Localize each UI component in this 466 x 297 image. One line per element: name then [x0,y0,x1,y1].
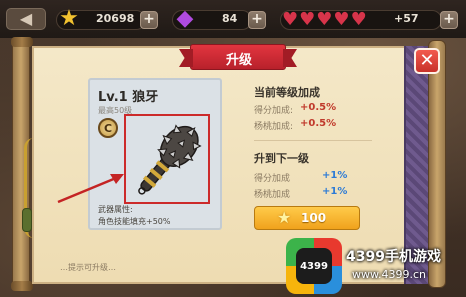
bottom-hint: …提示可升级… [60,263,116,272]
heart-icon: ♥ [299,9,316,30]
next-fruit-label: 杨桃加成 [254,190,291,200]
tassel-knot [22,208,32,232]
current-score-value: +0.5% [300,102,337,113]
watermark-logo: 4399 [286,238,342,294]
gold-star-icon: ★ [59,6,79,31]
current-bonus-title: 当前等级加成 [254,86,320,99]
next-score-value: +1% [322,170,348,181]
back-button[interactable]: ◀ [6,8,46,30]
current-fruit-value: +0.5% [300,118,337,129]
close-button[interactable]: ✕ [414,48,440,74]
watermark-url: www.4399.cn [352,268,426,281]
gold-value: 20698 [96,12,135,25]
top-resource-bar: ◀ ★ 20698 + ◆ 84 + ♥ ♥ ♥ ♥ ♥ +57 + [0,0,466,38]
current-fruit-label: 杨桃加成: [254,122,294,132]
dialog-title: 升级 [225,53,252,68]
pointer-arrow-icon [57,174,124,204]
watermark-logo-text: 4399 [296,248,332,284]
spiked-club-icon [138,124,202,195]
add-gem-button[interactable]: + [248,11,266,29]
add-hearts-button[interactable]: + [440,11,458,29]
next-fruit-value: +1% [322,186,348,197]
title-banner: 升级 [190,44,286,70]
stats-divider [254,140,372,141]
add-gold-button[interactable]: + [140,11,158,29]
next-level-title: 升到下一级 [254,152,309,165]
gem-icon: ◆ [176,6,194,31]
upgrade-button[interactable]: ★ 100 [254,206,360,230]
heart-icon: ♥ [316,9,333,30]
rank-badge: C [98,118,118,138]
item-name: Lv.1 狼牙 [98,90,159,105]
upgrade-cost: 100 [301,211,327,225]
hearts-row: ♥ ♥ ♥ ♥ ♥ [282,9,367,30]
current-score-label: 得分加成: [254,106,294,116]
heart-icon: ♥ [333,9,350,30]
next-score-label: 得分加成 [254,174,291,184]
item-attr-value: 角色技能填充+50% [98,217,171,226]
gem-value: 84 [222,12,238,25]
watermark-title: 4399手机游戏 [346,249,441,265]
heart-icon: ♥ [282,9,299,30]
star-icon: ★ [277,208,292,227]
hearts-extra: +57 [394,12,419,25]
heart-icon: ♥ [350,9,367,30]
